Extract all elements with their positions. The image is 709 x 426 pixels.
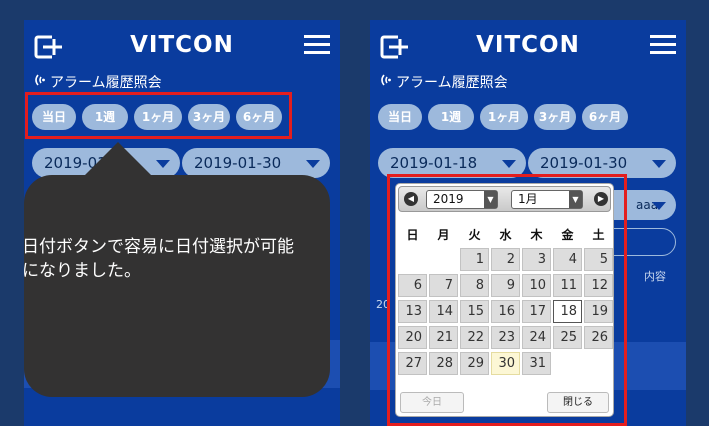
page-title: アラーム履歴照会 <box>32 72 162 92</box>
left-phone-screen: VITCON アラーム履歴照会 当日 1週 1ヶ月 3ヶ月 6ヶ月 2019-0… <box>24 20 340 426</box>
callout-box <box>24 175 330 397</box>
app-header: VITCON <box>370 20 686 70</box>
column-header-content: 内容 <box>644 270 666 283</box>
menu-icon[interactable] <box>650 34 676 56</box>
page-title: アラーム履歴照会 <box>378 72 508 92</box>
range-today-button[interactable]: 当日 <box>378 104 422 130</box>
dropdown-arrow-icon <box>652 160 666 168</box>
callout-text: 日付ボタンで容易に日付選択が可能になりました。 <box>22 237 294 281</box>
highlight-date-picker <box>387 174 627 426</box>
date-to-select[interactable]: 2019-01-30 <box>182 148 330 178</box>
date-from-value: 2019-01-18 <box>390 154 478 172</box>
page-title-text: アラーム履歴照会 <box>50 75 162 91</box>
range-1week-button[interactable]: 1週 <box>428 104 474 130</box>
date-to-value: 2019-01-30 <box>194 154 282 172</box>
menu-icon[interactable] <box>304 34 330 56</box>
highlight-range-buttons <box>25 92 292 139</box>
date-to-value: 2019-01-30 <box>540 154 628 172</box>
page-title-text: アラーム履歴照会 <box>396 75 508 91</box>
range-3month-button[interactable]: 3ヶ月 <box>534 104 576 130</box>
dropdown-arrow-icon <box>652 202 666 210</box>
alarm-wave-icon <box>381 74 391 86</box>
range-1month-button[interactable]: 1ヶ月 <box>480 104 528 130</box>
app-header: VITCON <box>24 20 340 70</box>
app-logo: VITCON <box>476 32 580 58</box>
alarm-wave-icon <box>35 74 45 86</box>
range-6month-button[interactable]: 6ヶ月 <box>582 104 628 130</box>
app-logo: VITCON <box>130 32 234 58</box>
dropdown-arrow-icon <box>306 160 320 168</box>
dropdown-arrow-icon <box>156 160 170 168</box>
callout-tail <box>82 142 154 178</box>
dropdown-arrow-icon <box>502 160 516 168</box>
